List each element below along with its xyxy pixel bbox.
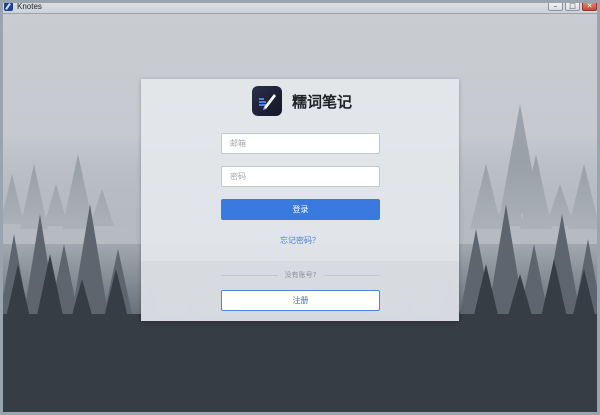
forgot-password-link[interactable]: 忘记密码？ <box>141 235 459 246</box>
app-name: 糯词笔记 <box>292 92 353 111</box>
register-button[interactable]: 注册 <box>221 290 380 311</box>
login-button[interactable]: 登录 <box>221 199 380 220</box>
email-input[interactable] <box>221 133 380 154</box>
app-icon <box>4 2 13 11</box>
maximize-button[interactable]: □ <box>565 1 580 11</box>
pen-notebook-icon <box>252 86 282 116</box>
window-title: Knotes <box>17 2 42 11</box>
divider-line-left <box>221 274 277 276</box>
login-card: 糯词笔记 登录 忘记密码？ 没有账号? 注册 <box>141 79 459 321</box>
no-account-text: 没有账号? <box>284 271 317 279</box>
divider-line-right <box>324 274 380 276</box>
password-input[interactable] <box>221 166 380 187</box>
brand-header: 糯词笔记 <box>252 86 352 116</box>
minimize-button[interactable]: – <box>548 1 563 11</box>
title-bar: Knotes – □ ✕ <box>0 0 600 14</box>
window-controls: – □ ✕ <box>548 1 597 11</box>
close-button[interactable]: ✕ <box>582 1 597 11</box>
register-divider: 没有账号? <box>221 270 380 280</box>
